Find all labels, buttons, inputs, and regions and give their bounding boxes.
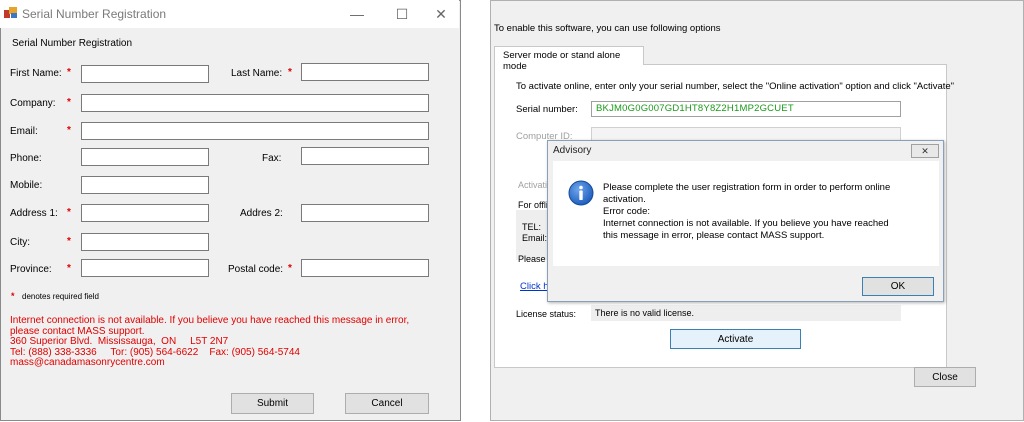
license-status-value: There is no valid license. [591, 305, 901, 321]
tel-label: TEL: [522, 222, 542, 232]
first-name-label: First Name: [10, 68, 62, 79]
required-note: denotes required field [22, 292, 99, 301]
email-info-label: Email: [522, 233, 548, 243]
required-marker: * [67, 263, 71, 274]
click-here-link[interactable]: Click h [520, 281, 549, 292]
serial-number-label: Serial number: [516, 104, 578, 115]
address2-input[interactable] [301, 204, 429, 222]
city-label: City: [10, 237, 30, 248]
required-marker: * [11, 291, 15, 301]
email-line: mass@canadamasonrycentre.com [10, 357, 165, 369]
email-label: Email: [10, 126, 38, 137]
dialog-message-line: Internet connection is not available. If… [603, 218, 889, 229]
dialog-message-line: Error code: [603, 206, 650, 217]
email-input[interactable] [81, 122, 429, 140]
maximize-icon[interactable]: ☐ [382, 0, 422, 28]
tab-server-mode[interactable]: Server mode or stand alone mode [494, 46, 644, 72]
address2-label: Addres 2: [240, 208, 283, 219]
required-marker: * [288, 263, 292, 274]
ok-button[interactable]: OK [862, 277, 934, 296]
company-input[interactable] [81, 94, 429, 112]
company-label: Company: [10, 98, 56, 109]
phone-label: Phone: [10, 153, 42, 164]
minimize-icon[interactable]: — [337, 0, 377, 28]
province-label: Province: [10, 264, 52, 275]
close-icon[interactable]: ✕ [421, 0, 461, 28]
dialog-message: Please complete the user registration fo… [603, 182, 933, 242]
section-title: Serial Number Registration [12, 38, 133, 49]
address1-label: Address 1: [10, 208, 58, 219]
required-marker: * [288, 67, 292, 78]
app-icon [4, 7, 17, 18]
offline-label: For offli [518, 200, 548, 210]
serial-number-input[interactable]: BKJM0G0G007GD1HT8Y8Z2H1MP2GCUET [591, 101, 901, 117]
options-header: To enable this software, you can use fol… [494, 23, 721, 34]
mobile-input[interactable] [81, 176, 209, 194]
close-button[interactable]: Close [914, 367, 976, 387]
first-name-input[interactable] [81, 65, 209, 83]
submit-button[interactable]: Submit [231, 393, 314, 414]
required-marker: * [67, 97, 71, 108]
required-marker: * [67, 67, 71, 78]
postal-code-input[interactable] [301, 259, 429, 277]
license-status-label: License status: [516, 309, 577, 319]
activation-instruction: To activate online, enter only your seri… [516, 81, 955, 92]
required-marker: * [67, 236, 71, 247]
last-name-input[interactable] [301, 63, 429, 81]
dialog-close-icon[interactable]: ✕ [911, 144, 939, 158]
please-label: Please [518, 254, 546, 264]
fax-input[interactable] [301, 147, 429, 165]
required-marker: * [67, 125, 71, 136]
dialog-message-line: Please complete the user registration fo… [603, 182, 891, 193]
required-marker: * [67, 207, 71, 218]
error-line: Internet connection is not available. If… [10, 315, 410, 326]
activate-button[interactable]: Activate [670, 329, 801, 349]
phone-input[interactable] [81, 148, 209, 166]
fax-label: Fax: [262, 153, 282, 164]
address1-input[interactable] [81, 204, 209, 222]
error-message: Internet connection is not available. If… [10, 315, 450, 369]
dialog-message-line: activation. [603, 194, 646, 205]
mobile-label: Mobile: [10, 180, 43, 191]
window-title: Serial Number Registration [22, 7, 167, 21]
postal-code-label: Postal code: [228, 264, 284, 275]
cancel-button[interactable]: Cancel [345, 393, 429, 414]
dialog-message-line: this message in error, please contact MA… [603, 230, 825, 241]
city-input[interactable] [81, 233, 209, 251]
province-input[interactable] [81, 259, 209, 277]
dialog-title: Advisory [553, 145, 592, 156]
last-name-label: Last Name: [231, 68, 283, 79]
info-icon [568, 180, 594, 206]
